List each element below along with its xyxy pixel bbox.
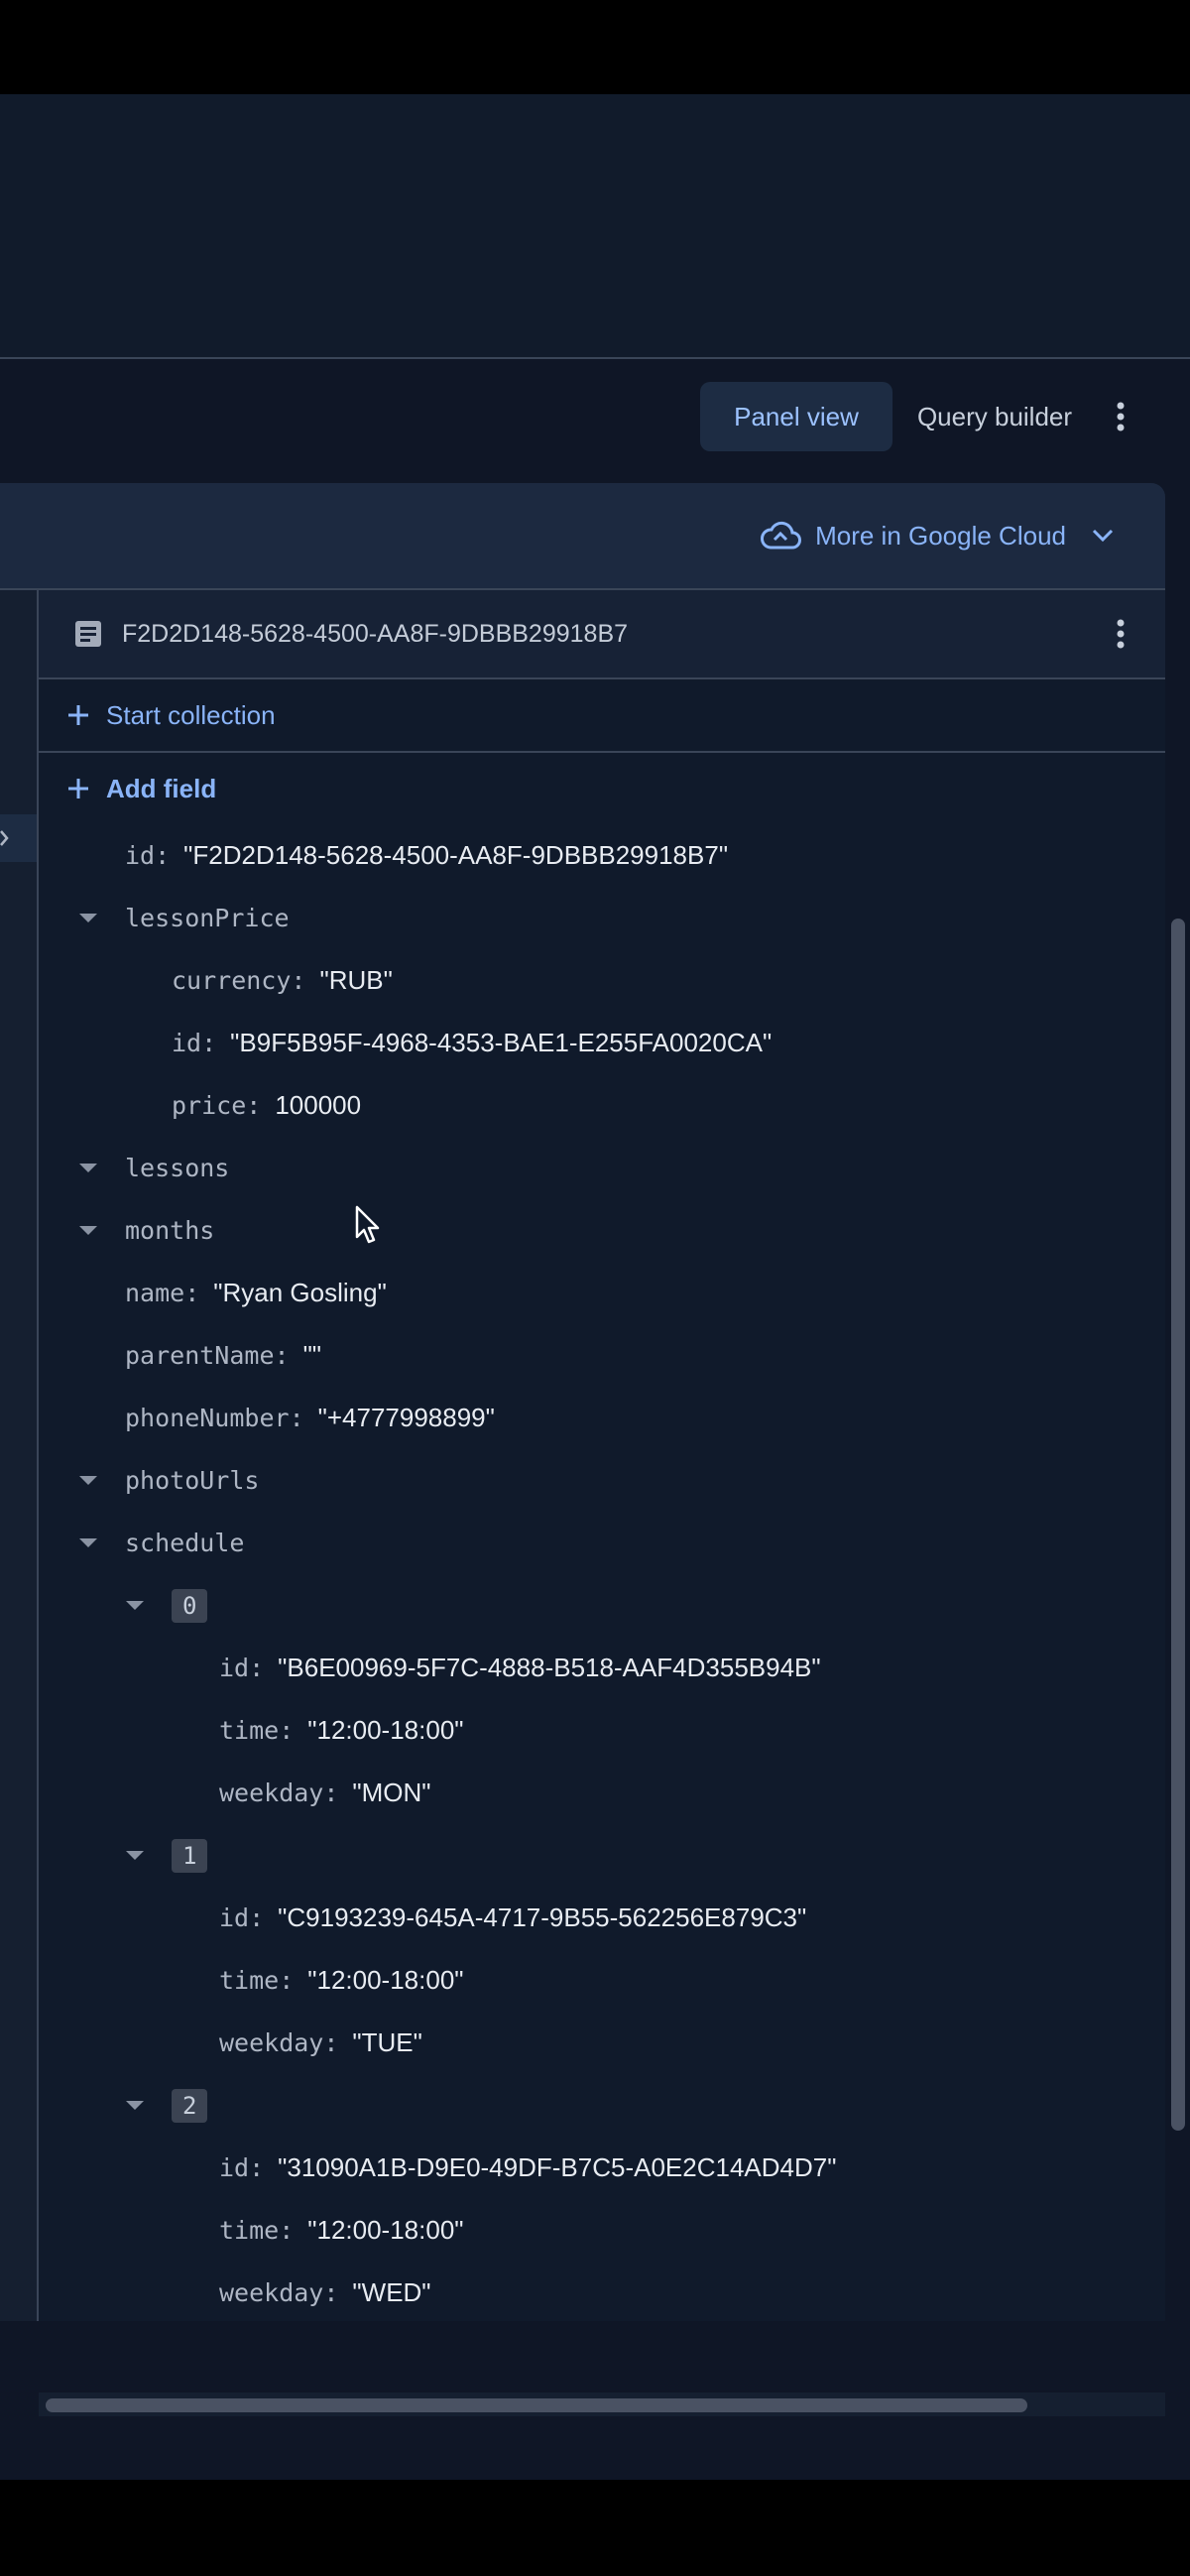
field-row-currency[interactable]: currency: "RUB" — [39, 949, 1130, 1012]
field-row-schedule-0-weekday[interactable]: weekday: "MON" — [39, 1762, 1130, 1824]
field-row-schedule[interactable]: schedule — [39, 1512, 1130, 1574]
add-field-button[interactable]: Add field — [39, 753, 1165, 824]
query-builder-button[interactable]: Query builder — [892, 382, 1097, 451]
top-header-region — [0, 94, 1190, 359]
cloud-icon — [760, 521, 802, 551]
document-pane: F2D2D148-5628-4500-AA8F-9DBBB29918B7 Sta… — [39, 590, 1165, 2321]
document-id: F2D2D148-5628-4500-AA8F-9DBBB29918B7 — [122, 619, 629, 648]
field-row-lessonprice[interactable]: lessonPrice — [39, 887, 1130, 949]
panel-view-button[interactable]: Panel view — [700, 382, 892, 451]
collapse-arrow-icon[interactable] — [126, 1851, 144, 1860]
array-index-badge: 0 — [172, 1588, 208, 1623]
data-panel: More in Google Cloud F2D2D148-5628-4500-… — [0, 483, 1165, 2321]
add-field-label: Add field — [106, 773, 217, 803]
field-row-name[interactable]: name: "Ryan Gosling" — [39, 1262, 1130, 1324]
start-collection-button[interactable]: Start collection — [39, 679, 1165, 753]
more-vert-icon[interactable] — [1097, 382, 1144, 451]
schedule-item-1[interactable]: 1 — [39, 1824, 1130, 1887]
collapse-arrow-icon[interactable] — [79, 914, 97, 922]
field-row-lessons[interactable]: lessons — [39, 1137, 1130, 1199]
field-row-parentname[interactable]: parentName: "" — [39, 1324, 1130, 1387]
collapse-arrow-icon[interactable] — [79, 1164, 97, 1172]
vertical-scrollbar[interactable] — [1171, 919, 1185, 2131]
schedule-item-2[interactable]: 2 — [39, 2074, 1130, 2137]
plus-icon — [51, 704, 106, 726]
collapse-arrow-icon[interactable] — [79, 1226, 97, 1235]
horizontal-scrollbar[interactable] — [46, 2398, 1027, 2412]
collapse-arrow-icon[interactable] — [126, 2101, 144, 2110]
field-row-schedule-0-time[interactable]: time: "12:00-18:00" — [39, 1699, 1130, 1762]
field-row-phonenumber[interactable]: phoneNumber: "+4777998899" — [39, 1387, 1130, 1449]
collapse-arrow-icon[interactable] — [79, 1476, 97, 1485]
field-row-schedule-1-weekday[interactable]: weekday: "TUE" — [39, 2012, 1130, 2074]
field-row-schedule-2-time[interactable]: time: "12:00-18:00" — [39, 2199, 1130, 2262]
field-row-months[interactable]: months — [39, 1199, 1130, 1262]
collapse-arrow-icon[interactable] — [126, 1601, 144, 1610]
start-collection-label: Start collection — [106, 699, 276, 730]
field-row-lessonprice-id[interactable]: id: "B9F5B95F-4968-4353-BAE1-E255FA0020C… — [39, 1012, 1130, 1074]
more-vert-icon[interactable] — [1086, 599, 1155, 669]
collapse-arrow-icon[interactable] — [79, 1538, 97, 1547]
field-row-schedule-0-id[interactable]: id: "B6E00969-5F7C-4888-B518-AAF4D355B94… — [39, 1637, 1130, 1699]
panel-toolbar: More in Google Cloud — [0, 483, 1165, 590]
array-index-badge: 2 — [172, 2088, 208, 2123]
field-tree: id: "F2D2D148-5628-4500-AA8F-9DBBB29918B… — [39, 824, 1130, 2321]
array-index-badge: 1 — [172, 1838, 208, 1873]
field-row-schedule-1-id[interactable]: id: "C9193239-645A-4717-9B55-562256E879C… — [39, 1887, 1130, 1949]
more-in-google-cloud-label: More in Google Cloud — [815, 520, 1066, 551]
bottom-bar — [0, 2480, 1190, 2576]
view-toggle-group: Panel view Query builder — [700, 382, 1144, 451]
field-row-id[interactable]: id: "F2D2D148-5628-4500-AA8F-9DBBB29918B… — [39, 824, 1130, 887]
field-row-photourls[interactable]: photoUrls — [39, 1449, 1130, 1512]
field-row-price[interactable]: price: 100000 — [39, 1074, 1130, 1137]
chevron-down-icon — [1092, 529, 1114, 543]
document-icon — [74, 620, 102, 648]
selected-document-item[interactable] — [0, 814, 37, 862]
field-row-schedule-2-id[interactable]: id: "31090A1B-D9E0-49DF-B7C5-A0E2C14AD4D… — [39, 2137, 1130, 2199]
field-row-schedule-2-weekday[interactable]: weekday: "WED" — [39, 2262, 1130, 2321]
field-row-schedule-1-time[interactable]: time: "12:00-18:00" — [39, 1949, 1130, 2012]
collection-column — [0, 590, 39, 2321]
schedule-item-0[interactable]: 0 — [39, 1574, 1130, 1637]
document-header: F2D2D148-5628-4500-AA8F-9DBBB29918B7 — [39, 590, 1165, 679]
plus-icon — [51, 778, 106, 799]
more-in-google-cloud-button[interactable]: More in Google Cloud — [760, 505, 1114, 566]
